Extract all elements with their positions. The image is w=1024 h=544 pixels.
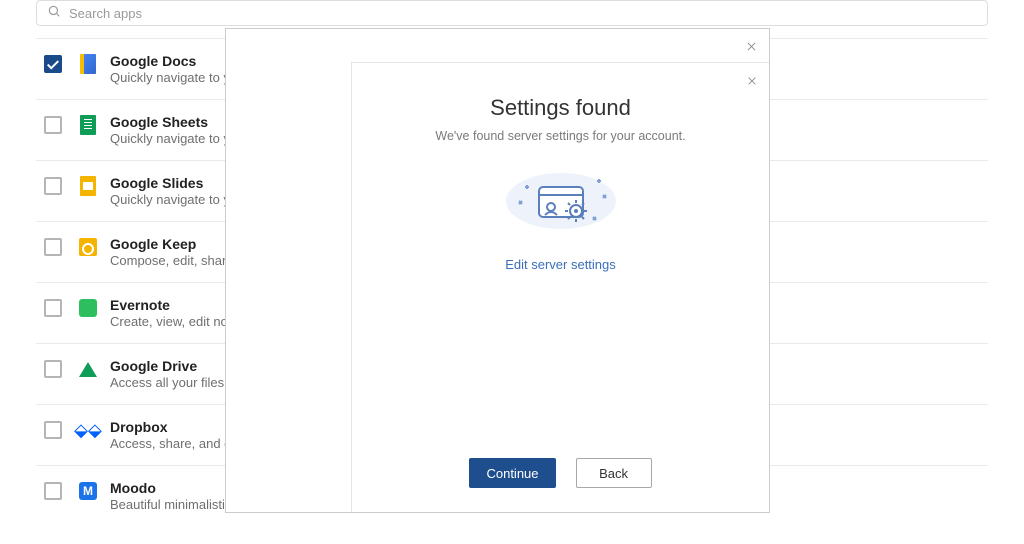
edit-server-settings-link[interactable]: Edit server settings	[372, 257, 749, 272]
drive-icon	[78, 358, 98, 380]
search-bar[interactable]	[36, 0, 988, 26]
evernote-icon	[78, 297, 98, 319]
modal-title: Settings found	[372, 95, 749, 121]
app-checkbox[interactable]	[44, 177, 62, 195]
moodo-icon: M	[78, 480, 98, 502]
search-container	[36, 0, 988, 26]
app-checkbox[interactable]	[44, 360, 62, 378]
dropbox-icon: ⬙⬙	[78, 419, 98, 441]
settings-illustration	[372, 159, 749, 239]
keep-icon	[78, 236, 98, 258]
app-checkbox[interactable]	[44, 116, 62, 134]
app-checkbox[interactable]	[44, 299, 62, 317]
app-checkbox[interactable]	[44, 55, 62, 73]
search-icon	[47, 4, 61, 23]
slides-icon	[78, 175, 98, 197]
search-input[interactable]	[69, 6, 977, 21]
modal-inner: Settings found We've found server settin…	[351, 62, 769, 512]
close-icon[interactable]	[747, 73, 757, 91]
modal-button-row: Continue Back	[372, 458, 749, 494]
sheets-icon	[78, 114, 98, 136]
app-checkbox[interactable]	[44, 421, 62, 439]
back-button[interactable]: Back	[576, 458, 652, 488]
app-checkbox[interactable]	[44, 482, 62, 500]
close-icon[interactable]	[746, 39, 757, 57]
app-checkbox[interactable]	[44, 238, 62, 256]
modal-subtitle: We've found server settings for your acc…	[372, 129, 749, 143]
continue-button[interactable]: Continue	[469, 458, 555, 488]
modal-outer: Settings found We've found server settin…	[225, 28, 770, 513]
docs-icon	[78, 53, 98, 75]
